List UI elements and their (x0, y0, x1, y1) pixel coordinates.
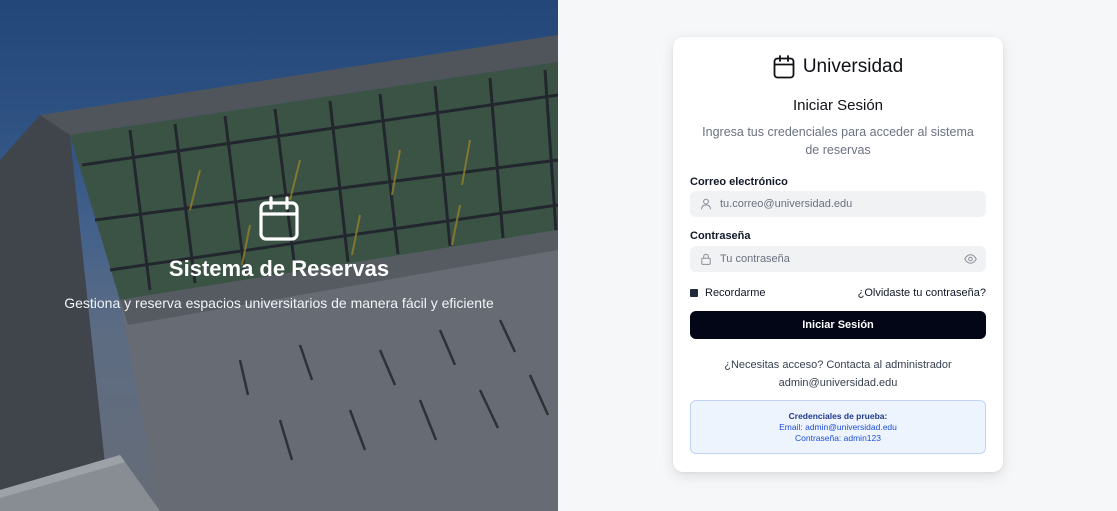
forgot-password-link[interactable]: ¿Olvidaste tu contraseña? (858, 287, 986, 299)
password-label: Contraseña (690, 230, 751, 242)
hero-title: Sistema de Reservas (168, 256, 390, 281)
remember-label: Recordarme (705, 287, 766, 299)
remember-checkbox[interactable] (690, 289, 698, 297)
login-title: Iniciar Sesión (792, 97, 884, 114)
brand: Universidad (673, 55, 1003, 79)
user-icon (701, 198, 711, 210)
password-placeholder: Tu contraseña (720, 253, 790, 265)
email-field[interactable]: tu.correo@universidad.edu (690, 191, 986, 217)
demo-email: Email: admin@universidad.edu (779, 422, 897, 432)
email-placeholder: tu.correo@universidad.edu (720, 198, 853, 210)
eye-icon[interactable] (964, 254, 977, 264)
lock-icon (701, 253, 711, 265)
hero-panel: Sistema de Reservas Gestiona y reserva e… (0, 0, 558, 511)
login-button[interactable]: Iniciar Sesión (690, 311, 986, 339)
login-description: Ingresa tus credenciales para acceder al… (702, 125, 974, 157)
password-field[interactable]: Tu contraseña (690, 246, 986, 272)
hero-content: Sistema de Reservas Gestiona y reserva e… (0, 0, 558, 511)
demo-title: Credenciales de prueba: (788, 411, 888, 421)
demo-credentials-box: Credenciales de prueba: Email: admin@uni… (690, 400, 986, 454)
admin-email: admin@universidad.edu (778, 377, 898, 389)
email-label: Correo electrónico (690, 176, 788, 188)
remember-me[interactable]: Recordarme (690, 287, 766, 299)
brand-name: Universidad (802, 56, 904, 77)
help-line: ¿Necesitas acceso? Contacta al administr… (724, 359, 952, 371)
calendar-icon (259, 196, 299, 241)
calendar-icon (773, 55, 795, 79)
demo-password: Contraseña: admin123 (794, 433, 881, 443)
login-card: Universidad Iniciar Sesión Ingresa tus c… (673, 37, 1003, 472)
help-text: ¿Necesitas acceso? Contacta al administr… (673, 356, 1003, 392)
hero-subtitle: Gestiona y reserva espacios universitari… (64, 295, 494, 311)
